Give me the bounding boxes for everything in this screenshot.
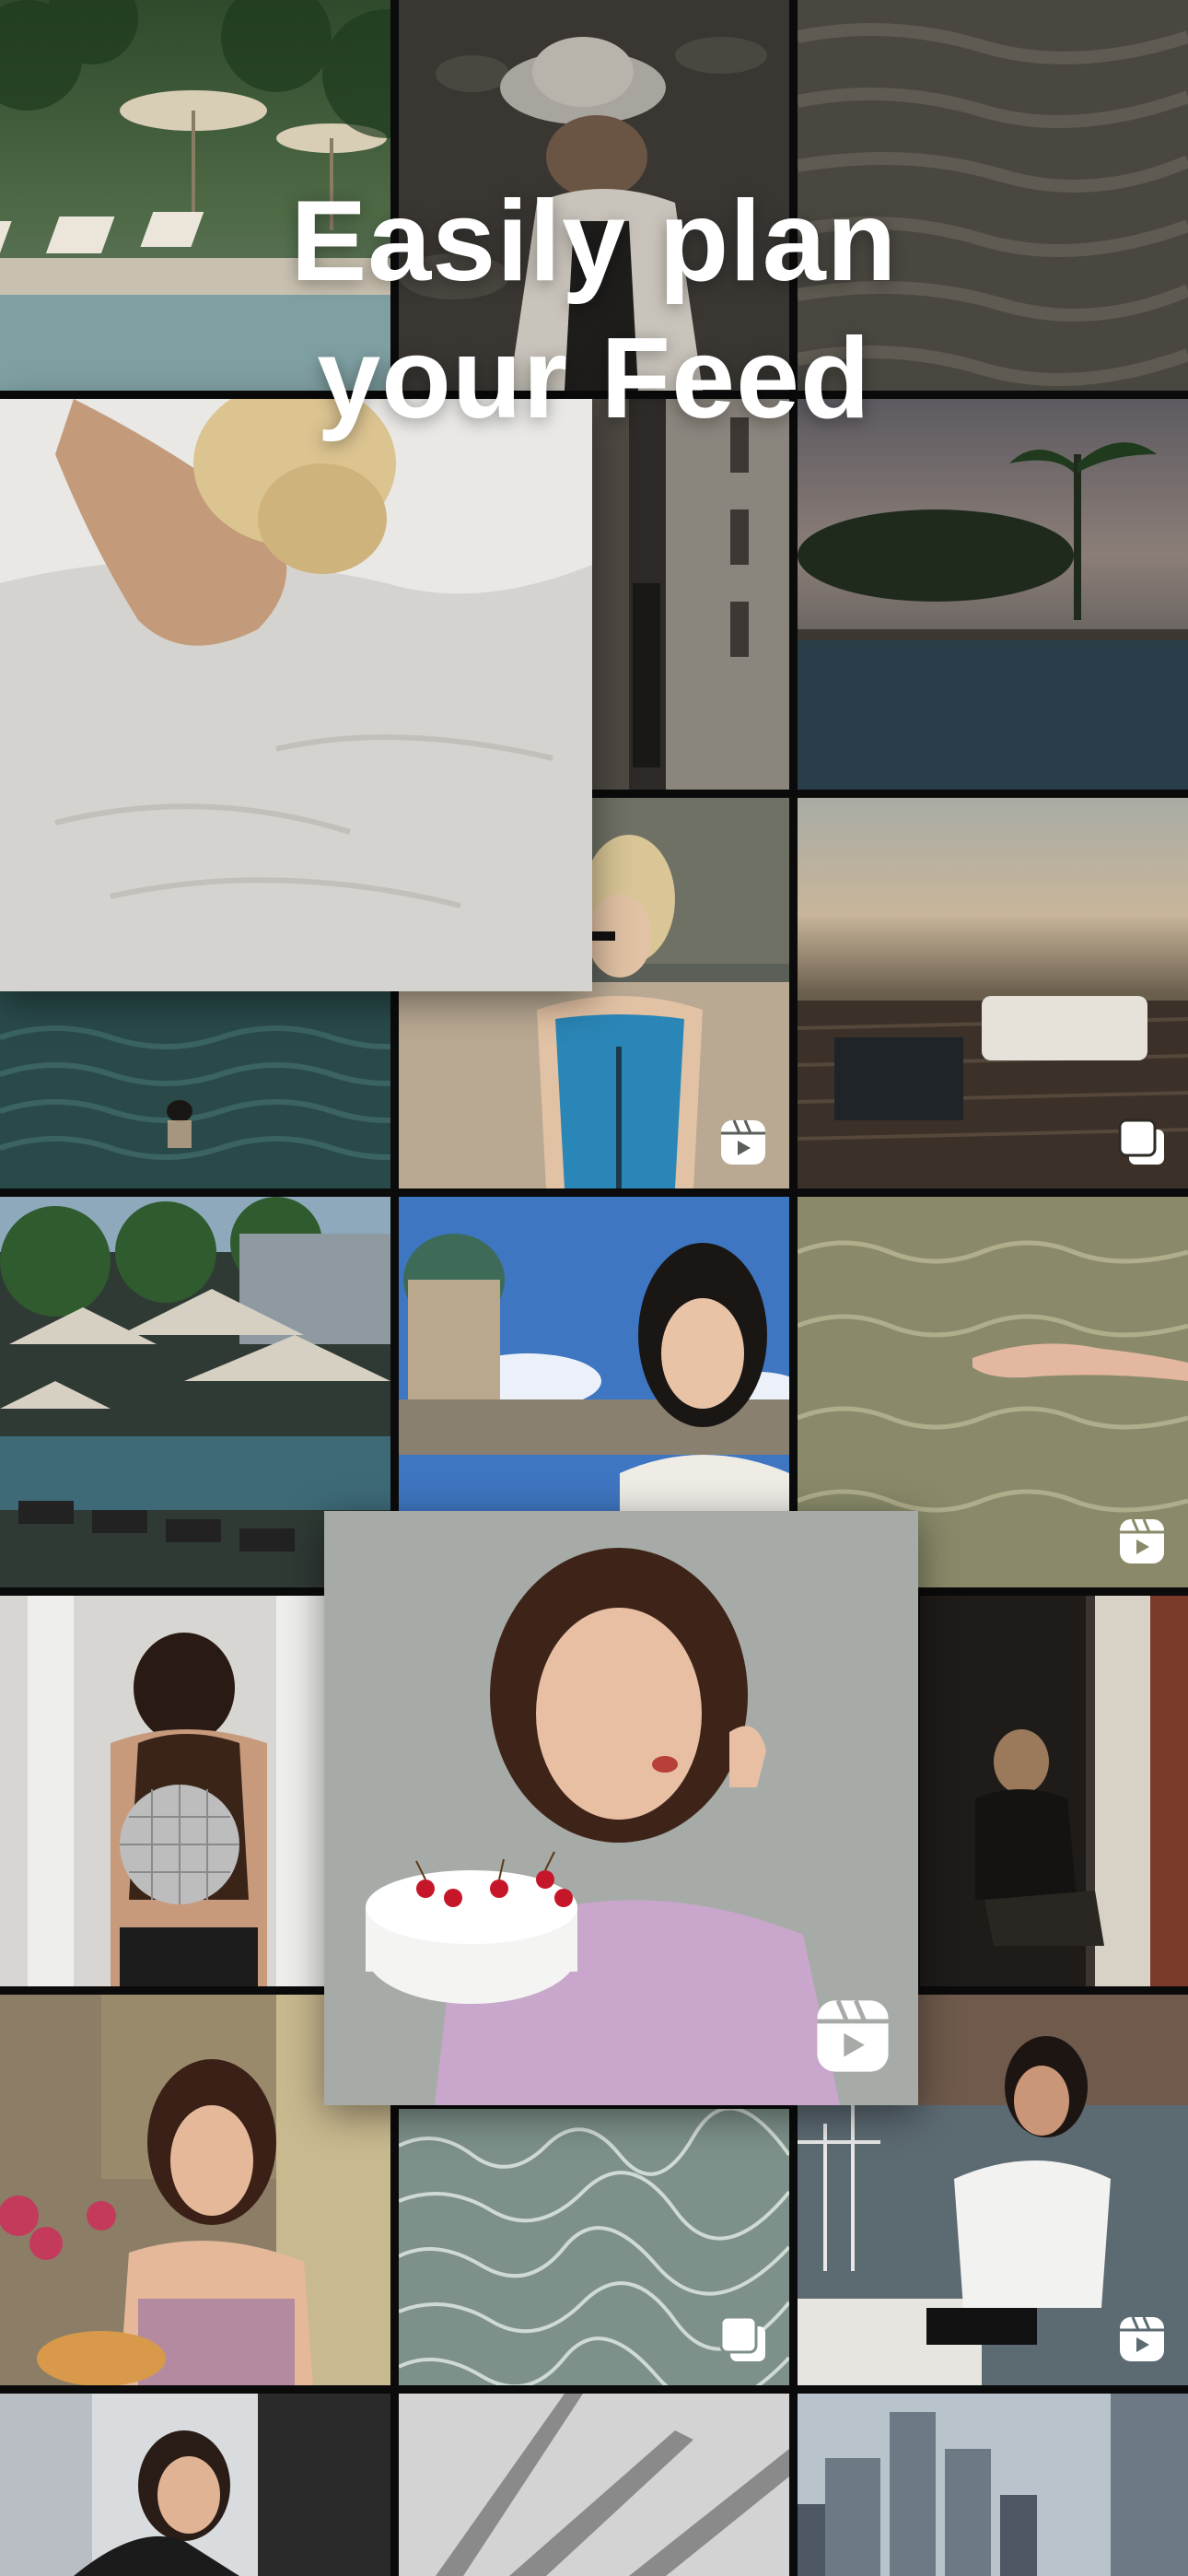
carousel-icon [717, 2313, 769, 2365]
reel-icon [717, 1117, 769, 1168]
feed-planner-screen: Easily plan your Feed [0, 0, 1188, 2576]
tile-door-sitting[interactable] [920, 1596, 1188, 1986]
reel-icon [1116, 1516, 1168, 1567]
tile-skyscrapers[interactable] [798, 2394, 1188, 2576]
tile-infinity-pool[interactable] [798, 399, 1188, 790]
tile-birthday-cake[interactable] [324, 1511, 918, 2105]
headline-line-1: Easily plan [290, 178, 898, 305]
headline: Easily plan your Feed [0, 173, 1188, 448]
tile-water-caustics[interactable] [399, 2109, 789, 2385]
tile-cover-face[interactable] [0, 2394, 390, 2576]
reel-icon [811, 1995, 894, 2078]
reel-icon [1116, 2313, 1168, 2365]
headline-line-2: your Feed [317, 314, 871, 442]
tile-desert-deck[interactable] [798, 798, 1188, 1188]
tile-woman-in-bed[interactable] [0, 399, 592, 991]
carousel-icon [1116, 1117, 1168, 1168]
tile-leaf-shadow[interactable] [399, 2394, 789, 2576]
